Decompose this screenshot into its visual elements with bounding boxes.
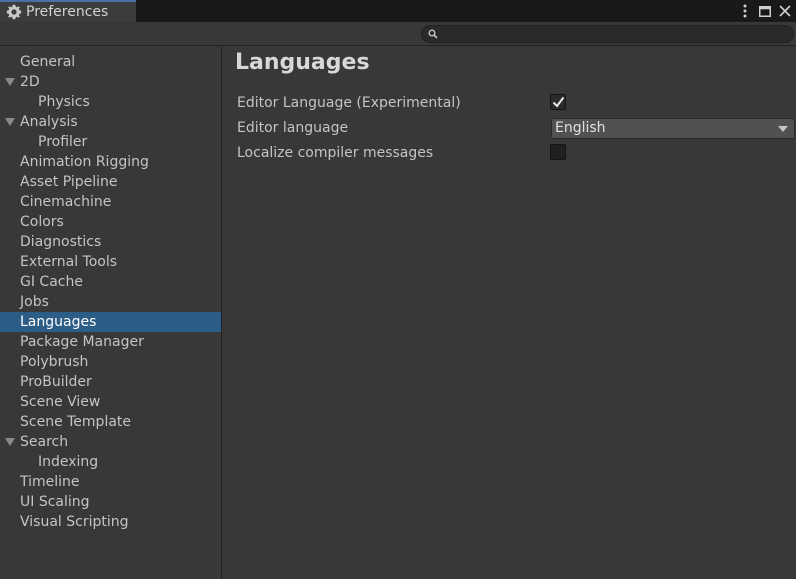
dropdown-value: English [555,120,606,136]
title-bar: Preferences [0,0,796,22]
sidebar-item-languages[interactable]: Languages [0,312,221,332]
sidebar-item-label: Polybrush [20,354,89,370]
setting-label: Editor Language (Experimental) [237,95,461,111]
setting-label: Editor language [237,120,349,136]
sidebar-item-label: 2D [20,74,40,90]
toolbar [0,22,796,46]
search-field[interactable] [421,25,794,43]
sidebar-item-ui-scaling[interactable]: UI Scaling [0,492,221,512]
setting-editor-language: Editor language English [237,118,796,139]
preferences-tab[interactable]: Preferences [0,0,136,22]
sidebar-item-external-tools[interactable]: External Tools [0,252,221,272]
sidebar-item-cinemachine[interactable]: Cinemachine [0,192,221,212]
sidebar-item-label: Diagnostics [20,234,102,250]
sidebar-item-package-manager[interactable]: Package Manager [0,332,221,352]
localize-compiler-messages-checkbox[interactable] [550,144,566,160]
sidebar-item-polybrush[interactable]: Polybrush [0,352,221,372]
sidebar-item-label: ProBuilder [20,374,92,390]
sidebar-item-label: Jobs [20,294,49,310]
sidebar-item-indexing[interactable]: Indexing [0,452,221,472]
sidebar-item-physics[interactable]: Physics [0,92,221,112]
preferences-sidebar: General 2D Physics Analysis Profiler Animatio… [0,46,222,579]
more-vertical-icon[interactable] [738,3,752,19]
sidebar-item-asset-pipeline[interactable]: Asset Pipeline [0,172,221,192]
sidebar-item-colors[interactable]: Colors [0,212,221,232]
close-icon[interactable] [778,3,792,19]
sidebar-item-analysis[interactable]: Analysis [0,112,221,132]
sidebar-item-scene-view[interactable]: Scene View [0,392,221,412]
sidebar-item-label: Visual Scripting [20,514,129,530]
sidebar-item-label: Package Manager [20,334,144,350]
sidebar-item-label: Scene Template [20,414,132,430]
sidebar-item-diagnostics[interactable]: Diagnostics [0,232,221,252]
sidebar-item-probuilder[interactable]: ProBuilder [0,372,221,392]
page-title: Languages [235,50,370,75]
sidebar-item-label: Physics [38,94,90,110]
expand-arrow-icon[interactable] [5,438,15,446]
chevron-down-icon [778,126,788,132]
maximize-icon[interactable] [758,3,772,19]
sidebar-item-label: Analysis [20,114,78,130]
settings-panel: Languages Editor Language (Experimental)… [223,46,796,579]
setting-editor-language-experimental: Editor Language (Experimental) [237,93,796,113]
sidebar-item-jobs[interactable]: Jobs [0,292,221,312]
sidebar-item-label: Languages [20,314,97,330]
setting-localize-compiler-messages: Localize compiler messages [237,143,796,163]
window-controls [738,1,792,21]
sidebar-item-profiler[interactable]: Profiler [0,132,221,152]
window-title: Preferences [26,4,109,20]
editor-language-dropdown[interactable]: English [551,118,795,139]
search-input[interactable] [444,26,784,42]
sidebar-item-general[interactable]: General [0,52,221,72]
sidebar-item-gi-cache[interactable]: GI Cache [0,272,221,292]
search-icon [428,29,438,39]
sidebar-item-animation-rigging[interactable]: Animation Rigging [0,152,221,172]
sidebar-item-label: Colors [20,214,64,230]
expand-arrow-icon[interactable] [5,78,15,86]
sidebar-item-timeline[interactable]: Timeline [0,472,221,492]
preferences-window: Preferences General 2D Physics Analysis Prof… [0,0,796,579]
sidebar-item-label: Scene View [20,394,101,410]
editor-language-experimental-checkbox[interactable] [550,94,566,110]
sidebar-item-label: Animation Rigging [20,154,149,170]
sidebar-item-visual-scripting[interactable]: Visual Scripting [0,512,221,532]
sidebar-item-label: UI Scaling [20,494,90,510]
sidebar-item-2d[interactable]: 2D [0,72,221,92]
sidebar-item-label: Profiler [38,134,88,150]
gear-icon [6,4,22,20]
setting-label: Localize compiler messages [237,145,434,161]
sidebar-item-label: General [20,54,76,70]
sidebar-item-label: Cinemachine [20,194,112,210]
sidebar-item-label: Indexing [38,454,99,470]
checkmark-icon [552,96,565,108]
sidebar-item-label: GI Cache [20,274,83,290]
sidebar-item-label: External Tools [20,254,118,270]
sidebar-item-label: Search [20,434,69,450]
sidebar-item-scene-template[interactable]: Scene Template [0,412,221,432]
sidebar-item-label: Timeline [20,474,80,490]
sidebar-item-label: Asset Pipeline [20,174,118,190]
expand-arrow-icon[interactable] [5,118,15,126]
sidebar-item-search[interactable]: Search [0,432,221,452]
